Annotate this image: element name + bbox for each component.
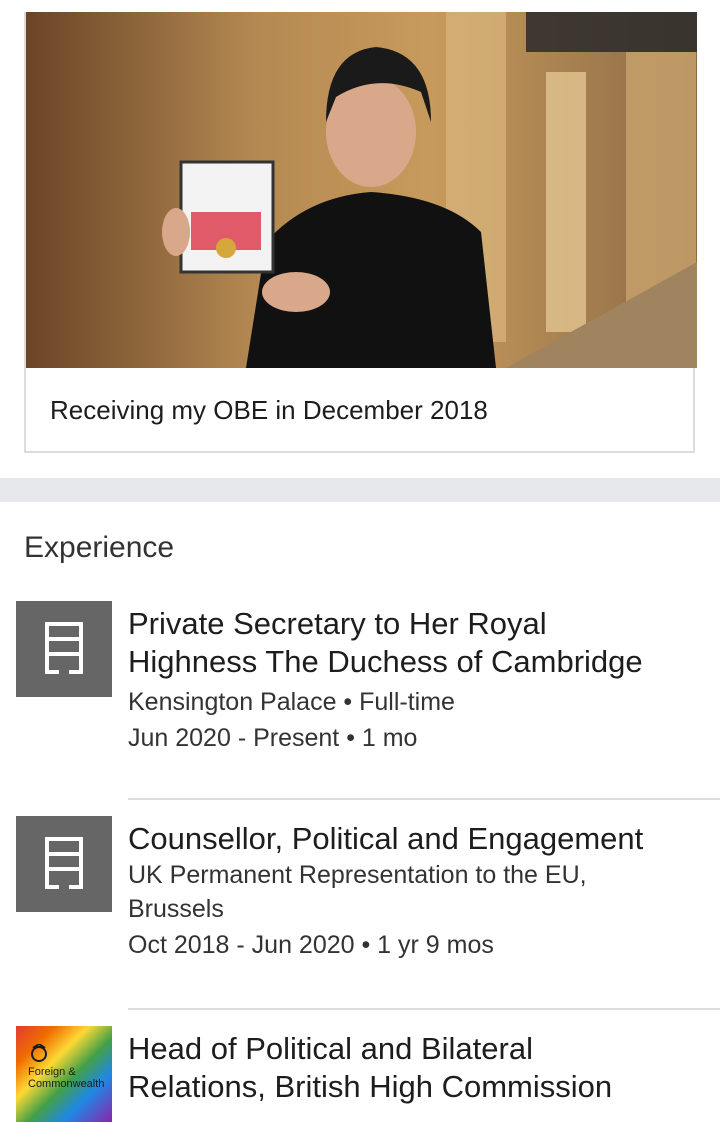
employment-dates: Oct 2018 - Jun 2020 • 1 yr 9 mos <box>128 931 494 959</box>
item-separator <box>128 1008 720 1010</box>
company-name: Kensington Palace • Full-time <box>128 688 455 716</box>
experience-section-title: Experience <box>24 531 175 564</box>
logo-text: Foreign & Commonwealth <box>28 1066 105 1090</box>
job-title: Head of Political and Bilateral <box>128 1031 533 1066</box>
obe-photo-image <box>26 12 697 368</box>
section-divider <box>0 478 720 502</box>
company-logo-placeholder[interactable] <box>16 816 112 912</box>
job-title-continued: Relations, British High Commission <box>128 1069 613 1104</box>
employment-dates: Jun 2020 - Present • 1 mo <box>128 724 418 752</box>
company-logo-placeholder[interactable] <box>16 601 112 697</box>
obe-photo[interactable] <box>26 12 697 368</box>
media-caption: Receiving my OBE in December 2018 <box>50 395 488 425</box>
royal-crest-icon <box>31 1044 47 1062</box>
foreign-office-rainbow-logo[interactable]: Foreign & Commonwealth <box>16 1026 112 1122</box>
company-name-continued: Brussels <box>128 895 224 923</box>
building-icon <box>45 837 83 889</box>
building-icon <box>45 622 83 674</box>
job-title-continued: Highness The Duchess of Cambridge <box>128 644 643 679</box>
company-name: UK Permanent Representation to the EU, <box>128 861 587 889</box>
item-separator <box>128 798 720 800</box>
job-title: Private Secretary to Her Royal <box>128 606 547 641</box>
job-title: Counsellor, Political and Engagement <box>128 821 644 856</box>
media-card[interactable]: Receiving my OBE in December 2018 <box>24 12 697 453</box>
